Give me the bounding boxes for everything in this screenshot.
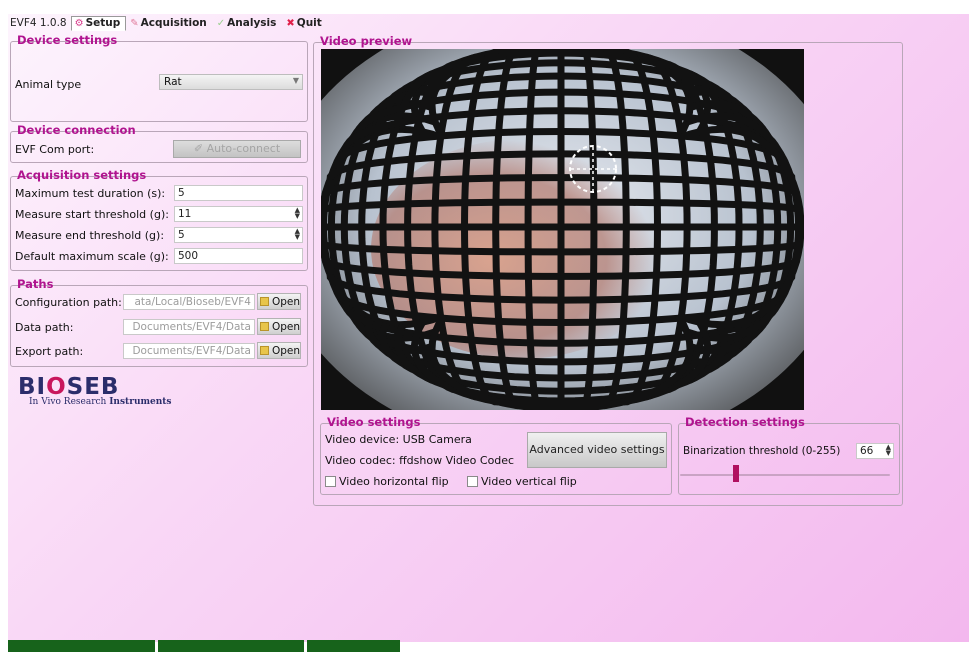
field-value: 5 (178, 187, 185, 199)
tab-label: Acquisition (140, 17, 207, 29)
export-path-field[interactable]: Documents/EVF4/Data (123, 343, 255, 359)
horizontal-flip-checkbox[interactable]: Video horizontal flip (325, 475, 449, 488)
threshold-stepper[interactable]: 66 ▲ ▼ (856, 443, 894, 459)
folder-icon (260, 322, 269, 331)
max-duration-label: Maximum test duration (s): (15, 187, 166, 200)
max-duration-input[interactable]: 5 (174, 185, 303, 201)
tab-quit[interactable]: ✖ Quit (282, 16, 327, 31)
threshold-slider[interactable] (680, 465, 890, 482)
group-title: Video preview (320, 34, 413, 48)
spinner-arrows-icon[interactable]: ▲ ▼ (886, 444, 891, 457)
config-path-field[interactable]: ata/Local/Bioseb/EVF4 (123, 294, 255, 310)
video-preview-image (321, 49, 804, 410)
status-segment-2 (158, 640, 304, 652)
auto-connect-button[interactable]: ✐ Auto-connect (173, 140, 301, 158)
checkmark-icon: ✓ (216, 17, 226, 29)
button-label: Open (271, 295, 300, 308)
bioseb-logo: BIOSEB In Vivo Research Instruments (18, 374, 172, 407)
checkbox-label: Video horizontal flip (339, 475, 449, 488)
group-title: Video settings (327, 415, 421, 429)
config-path-label: Configuration path: (15, 296, 122, 309)
logo-tagline: In Vivo Research (29, 397, 110, 407)
com-port-label: EVF Com port: (15, 143, 95, 156)
device-settings-group: Device settings Animal type Rat ▼ (10, 33, 308, 122)
field-value: Documents/EVF4/Data (132, 345, 251, 357)
config-open-button[interactable]: Open (257, 293, 301, 310)
field-value: 5 (178, 229, 185, 241)
slider-thumb[interactable] (733, 465, 739, 482)
max-scale-label: Default maximum scale (g): (15, 250, 169, 263)
status-segment-3 (307, 640, 400, 652)
animal-type-select[interactable]: Rat ▼ (159, 74, 303, 90)
group-title: Paths (17, 277, 54, 291)
data-path-field[interactable]: Documents/EVF4/Data (123, 319, 255, 335)
video-codec-label: Video codec: ffdshow Video Codec (325, 454, 515, 467)
group-title: Acquisition settings (17, 168, 147, 182)
data-path-label: Data path: (15, 321, 74, 334)
paths-group: Paths Configuration path: ata/Local/Bios… (10, 277, 308, 367)
button-label: Open (271, 320, 300, 333)
detection-settings-group: Detection settings Binarization threshol… (678, 415, 900, 495)
plug-icon: ✐ (193, 142, 207, 155)
end-threshold-label: Measure end threshold (g): (15, 229, 165, 242)
video-device-label: Video device: USB Camera (325, 433, 472, 446)
video-settings-group: Video settings Video device: USB Camera … (320, 415, 672, 495)
status-segment-1 (8, 640, 155, 652)
close-icon: ✖ (286, 17, 295, 29)
grid-mesh (321, 49, 804, 410)
app-version: EVF4 1.0.8 (10, 17, 67, 29)
tab-label: Setup (85, 17, 121, 29)
end-threshold-stepper[interactable]: 5 ▲ ▼ (174, 227, 303, 243)
export-path-label: Export path: (15, 345, 84, 358)
tab-bar: EVF4 1.0.8 ⚙ Setup ✎ Acquisition ✓ Analy… (8, 14, 328, 32)
animal-type-label: Animal type (15, 78, 82, 91)
animal-type-value: Rat (164, 76, 182, 88)
field-value: ata/Local/Bioseb/EVF4 (134, 296, 252, 308)
start-threshold-label: Measure start threshold (g): (15, 208, 169, 221)
gear-icon: ⚙ (74, 17, 84, 29)
folder-icon (260, 346, 269, 355)
checkbox-label: Video vertical flip (481, 475, 577, 488)
tab-label: Quit (296, 17, 322, 29)
group-title: Device settings (17, 33, 118, 47)
spinner-arrows-icon[interactable]: ▲ ▼ (295, 228, 300, 241)
folder-icon (260, 297, 269, 306)
spinner-arrows-icon[interactable]: ▲ ▼ (295, 207, 300, 220)
field-value: 11 (178, 208, 192, 220)
data-open-button[interactable]: Open (257, 318, 301, 335)
checkbox-box (467, 476, 478, 487)
group-title: Device connection (17, 123, 136, 137)
field-value: 500 (178, 250, 199, 262)
tab-setup[interactable]: ⚙ Setup (70, 15, 127, 31)
pencil-icon: ✎ (130, 17, 139, 29)
threshold-label: Binarization threshold (0-255) (683, 445, 841, 457)
slider-track (680, 474, 890, 476)
advanced-video-settings-button[interactable]: Advanced video settings (527, 432, 667, 468)
tab-label: Analysis (227, 17, 277, 29)
checkbox-box (325, 476, 336, 487)
button-label: Open (271, 344, 300, 357)
camera-feed (321, 49, 804, 410)
tab-acquisition[interactable]: ✎ Acquisition (126, 16, 213, 31)
acquisition-settings-group: Acquisition settings Maximum test durati… (10, 168, 308, 271)
field-value: 66 (860, 445, 874, 457)
vertical-flip-checkbox[interactable]: Video vertical flip (467, 475, 577, 488)
group-title: Detection settings (685, 415, 805, 429)
field-value: Documents/EVF4/Data (132, 321, 251, 333)
logo-tagline: Instruments (109, 397, 172, 407)
device-connection-group: Device connection EVF Com port: ✐ Auto-c… (10, 123, 308, 163)
start-threshold-stepper[interactable]: 11 ▲ ▼ (174, 206, 303, 222)
max-scale-input[interactable]: 500 (174, 248, 303, 264)
app-window: EVF4 1.0.8 ⚙ Setup ✎ Acquisition ✓ Analy… (8, 14, 969, 642)
chevron-down-icon: ▼ (292, 76, 299, 85)
export-open-button[interactable]: Open (257, 342, 301, 359)
auto-connect-label: Auto-connect (206, 142, 281, 155)
tab-analysis[interactable]: ✓ Analysis (213, 16, 283, 31)
